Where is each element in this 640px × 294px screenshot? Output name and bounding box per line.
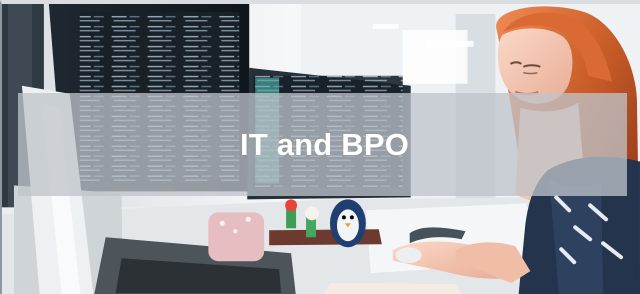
caption-band: IT and BPO — [18, 93, 627, 196]
hero-card: IT and BPO — [0, 0, 640, 294]
caption-title: IT and BPO — [239, 127, 410, 162]
